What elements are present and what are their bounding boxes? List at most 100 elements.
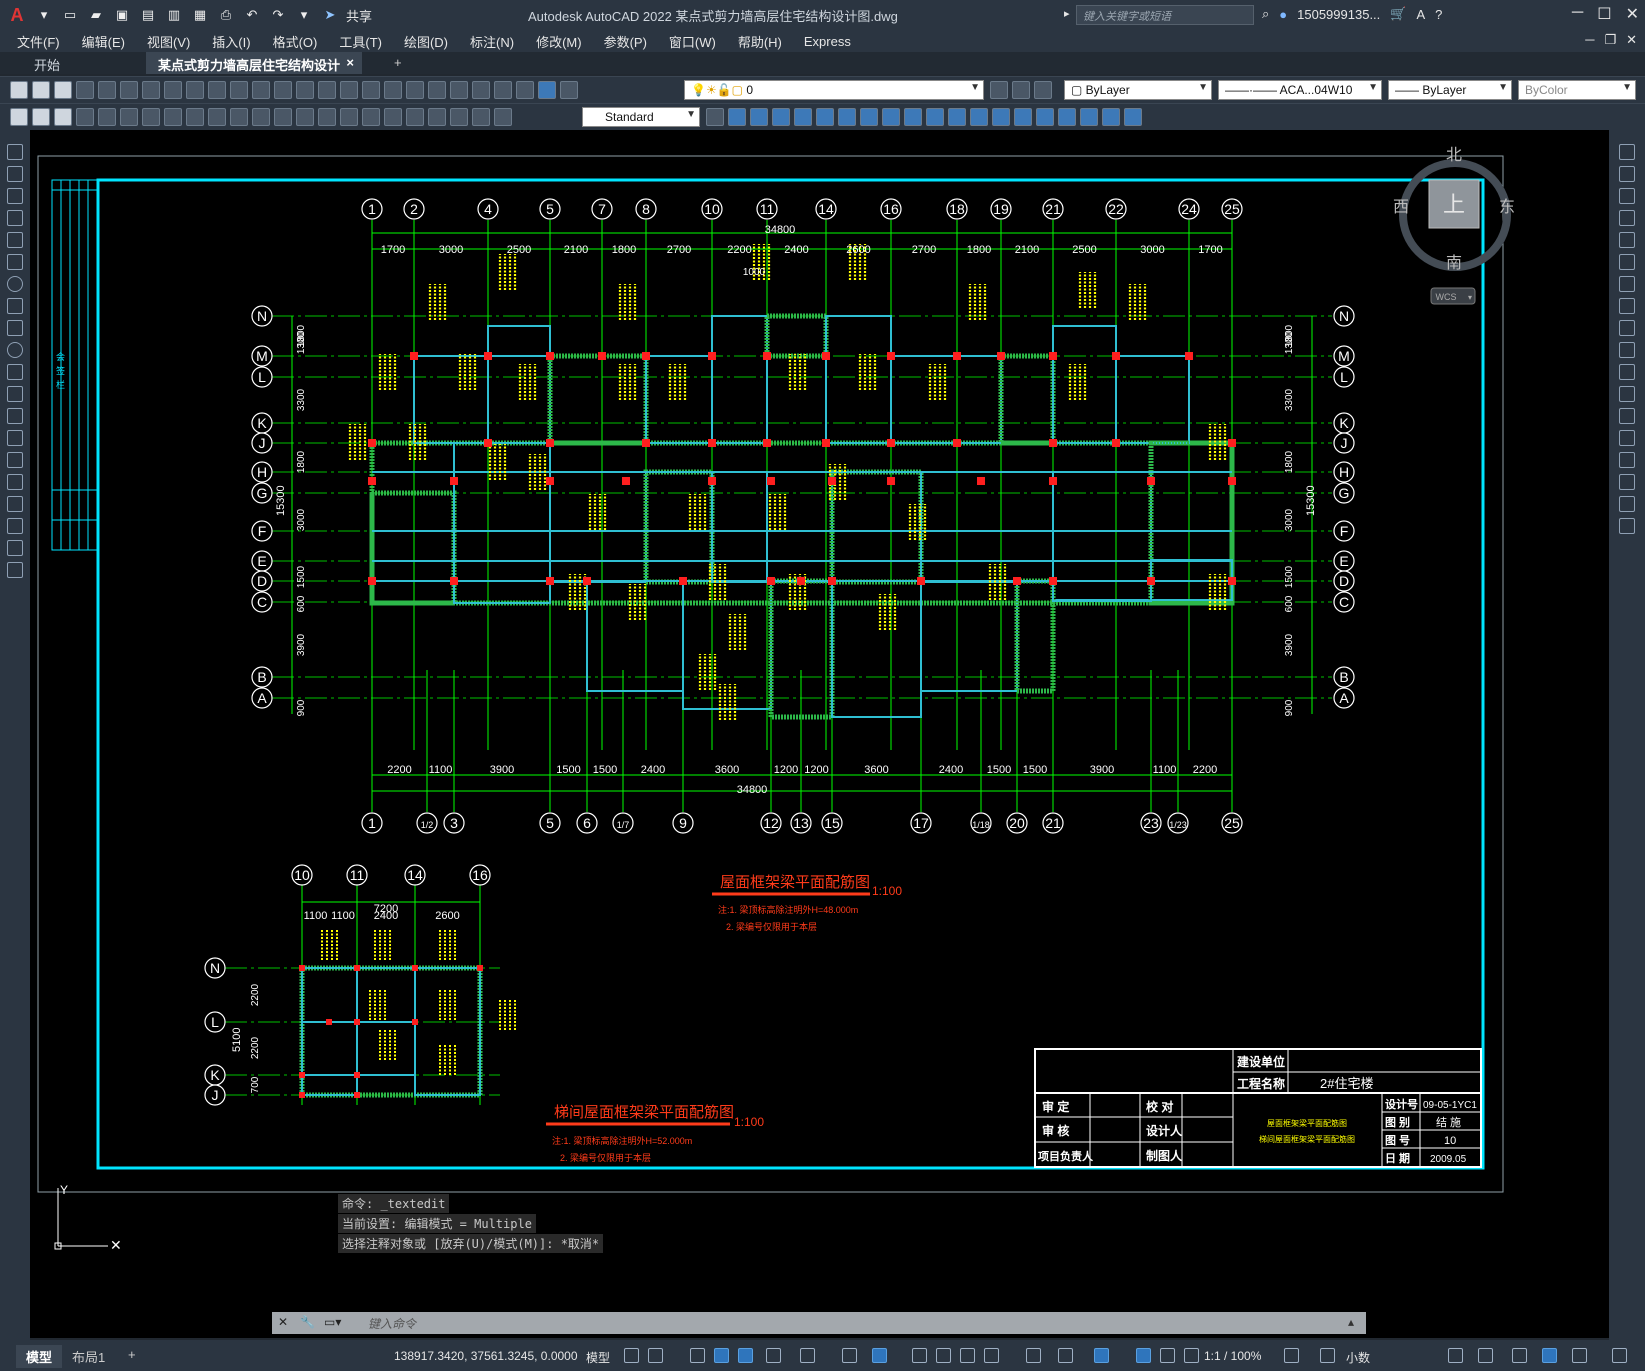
plotstyle-dropdown[interactable]: ByColor ▼ xyxy=(1518,80,1636,100)
trim-icon[interactable] xyxy=(1619,342,1635,358)
open-file-icon[interactable]: ▰ xyxy=(86,6,106,24)
plot-icon[interactable]: ⎙ xyxy=(216,6,236,24)
tab-drawing-file[interactable]: 某点式剪力墙高层住宅结构设计图* × xyxy=(146,52,362,92)
dimstyle-icon[interactable] xyxy=(706,108,724,126)
view-5-icon[interactable] xyxy=(816,108,834,126)
annotation-scale-icon[interactable] xyxy=(1184,1348,1199,1363)
zoom-realtime-icon[interactable] xyxy=(340,81,358,99)
transparency-icon[interactable] xyxy=(936,1348,951,1363)
user-name[interactable]: 1505999135... xyxy=(1297,7,1380,22)
ellipse-icon[interactable] xyxy=(7,342,23,358)
annotation-visibility-icon[interactable] xyxy=(1136,1348,1151,1363)
join-icon[interactable] xyxy=(1619,430,1635,446)
doc-close-icon[interactable]: ✕ xyxy=(1626,32,1637,48)
aligned-dim-icon[interactable] xyxy=(98,108,116,126)
insert-block-icon[interactable] xyxy=(7,386,23,402)
share-icon[interactable]: ➤ xyxy=(320,6,340,24)
break-at-point-icon[interactable] xyxy=(1619,386,1635,402)
rectangle-icon[interactable] xyxy=(7,232,23,248)
dim-edit-icon[interactable] xyxy=(450,108,468,126)
annotation-scale-value[interactable]: 1:1 / 100% xyxy=(1204,1349,1261,1363)
object-snap-icon[interactable] xyxy=(872,1348,887,1363)
save-icon[interactable]: ▣ xyxy=(112,6,132,24)
view-10-icon[interactable] xyxy=(926,108,944,126)
view-12-icon[interactable] xyxy=(970,108,988,126)
make-current-layer-icon[interactable] xyxy=(990,81,1008,99)
isodraft-icon[interactable] xyxy=(800,1348,815,1363)
revision-cloud-icon[interactable] xyxy=(7,298,23,314)
drawing-canvas[interactable]: 会 签 栏 1 2 4 5 7 8 10 11 14 16 18 19 21 22 24 25 1 1/2 3 5 6… xyxy=(30,130,1609,1338)
polygon-icon[interactable] xyxy=(7,210,23,226)
zoom-window-icon[interactable] xyxy=(362,81,380,99)
view-2-icon[interactable] xyxy=(750,108,768,126)
table-icon[interactable] xyxy=(7,518,23,534)
array-icon[interactable] xyxy=(1619,232,1635,248)
new-file-icon[interactable]: ▭ xyxy=(60,6,80,24)
menu-format[interactable]: 格式(O) xyxy=(262,32,329,51)
radius-dim-icon[interactable] xyxy=(164,108,182,126)
center-mark-icon[interactable] xyxy=(384,108,402,126)
command-customize-icon[interactable]: 🔧 xyxy=(300,1315,315,1329)
point-icon[interactable] xyxy=(7,430,23,446)
view-16-icon[interactable] xyxy=(1058,108,1076,126)
grid-icon[interactable] xyxy=(624,1348,639,1363)
tool-2-icon[interactable] xyxy=(32,108,50,126)
break-icon[interactable] xyxy=(1619,408,1635,424)
mtext-icon[interactable] xyxy=(7,540,23,556)
wcs-chevron-icon[interactable]: ▾ xyxy=(1468,293,1472,302)
compass-west[interactable]: 西 xyxy=(1393,199,1409,216)
layer-states-icon[interactable] xyxy=(1034,81,1052,99)
search-icon[interactable]: ⌕ xyxy=(1262,6,1269,22)
arc-length-icon[interactable] xyxy=(120,108,138,126)
app-menu-chevron-icon[interactable]: ▾ xyxy=(34,6,54,24)
hardware-acceleration-icon[interactable] xyxy=(1542,1348,1557,1363)
tool-1-icon[interactable] xyxy=(10,108,28,126)
menu-window[interactable]: 窗口(W) xyxy=(658,32,727,51)
ellipse-arc-icon[interactable] xyxy=(7,364,23,380)
quickcalc-icon[interactable] xyxy=(516,81,534,99)
dimstyle-dropdown[interactable]: Standard ▼ xyxy=(582,107,700,127)
layer-dropdown[interactable]: 💡☀🔓▢ 0 ▼ xyxy=(684,80,984,100)
wcs-label[interactable]: WCS xyxy=(1436,292,1457,302)
minimize-icon[interactable]: ─ xyxy=(1572,4,1583,24)
open-icon[interactable] xyxy=(32,81,50,99)
menu-help[interactable]: 帮助(H) xyxy=(727,32,793,51)
gradient-icon[interactable] xyxy=(7,474,23,490)
menu-file[interactable]: 文件(F) xyxy=(6,32,71,51)
tab-start[interactable]: 开始 xyxy=(22,52,72,74)
polyline-icon[interactable] xyxy=(7,188,23,204)
scale-icon[interactable] xyxy=(1619,298,1635,314)
view-9-icon[interactable] xyxy=(904,108,922,126)
tab-close-icon[interactable]: × xyxy=(346,55,354,70)
polar-icon[interactable] xyxy=(766,1348,781,1363)
auto-scale-icon[interactable] xyxy=(1160,1348,1175,1363)
circle-icon[interactable] xyxy=(7,276,23,292)
markup-icon[interactable] xyxy=(494,81,512,99)
view-19-icon[interactable] xyxy=(1124,108,1142,126)
mirror-icon[interactable] xyxy=(1619,188,1635,204)
gizmo-icon[interactable] xyxy=(1094,1348,1109,1363)
view-14-icon[interactable] xyxy=(1014,108,1032,126)
arc-icon[interactable] xyxy=(7,254,23,270)
autodesk-a360-icon[interactable]: A xyxy=(1416,7,1425,22)
view-4-icon[interactable] xyxy=(794,108,812,126)
view-18-icon[interactable] xyxy=(1102,108,1120,126)
infer-constraints-icon[interactable] xyxy=(690,1348,705,1363)
lineweight-dropdown[interactable]: —— ByLayer ▼ xyxy=(1388,80,1512,100)
redo-icon[interactable]: ↷ xyxy=(268,6,288,24)
view-6-icon[interactable] xyxy=(838,108,856,126)
help-icon[interactable]: ? xyxy=(1435,7,1442,22)
hatch-icon[interactable] xyxy=(7,452,23,468)
line-icon[interactable] xyxy=(7,144,23,160)
isolate-objects-icon[interactable] xyxy=(1512,1348,1527,1363)
tool-3-icon[interactable] xyxy=(54,108,72,126)
model-space-button[interactable]: 模型 xyxy=(586,1349,610,1366)
erase-icon[interactable] xyxy=(1619,144,1635,160)
quick-properties-icon[interactable] xyxy=(1448,1348,1463,1363)
command-close-icon[interactable]: ✕ xyxy=(278,1315,288,1329)
command-expand-icon[interactable]: ▴ xyxy=(1348,1315,1354,1329)
chamfer-icon[interactable] xyxy=(1619,452,1635,468)
new-icon[interactable] xyxy=(10,81,28,99)
menu-tools[interactable]: 工具(T) xyxy=(328,32,393,51)
command-recent-icon[interactable]: ▭▾ xyxy=(324,1315,341,1329)
